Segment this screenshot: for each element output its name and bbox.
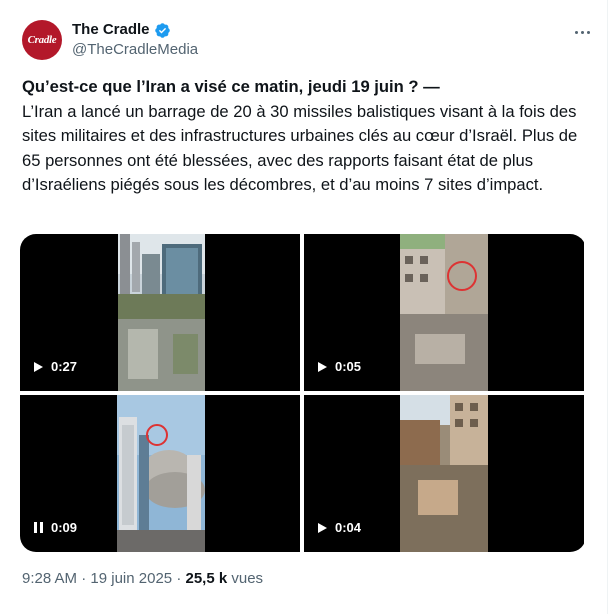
video-2-badge: 0:05 [318, 359, 361, 374]
tweet-body: L’Iran a lancé un barrage de 20 à 30 mis… [22, 101, 578, 195]
video-2-duration: 0:05 [335, 359, 362, 374]
video-3-badge: 0:09 [34, 520, 77, 535]
tweet-text: Qu’est-ce que l’Iran a visé ce matin, je… [22, 75, 592, 198]
avatar[interactable]: Cradle [22, 20, 62, 60]
tweet-time[interactable]: 9:28 AM [22, 570, 77, 587]
play-icon[interactable] [318, 522, 327, 533]
video-1-badge: 0:27 [34, 359, 77, 374]
tweet-date[interactable]: 19 juin 2025 [90, 570, 172, 587]
video-4-duration: 0:04 [335, 520, 362, 535]
video-1-duration: 0:27 [51, 359, 78, 374]
video-3-duration: 0:09 [51, 520, 78, 535]
video-2[interactable]: 0:05 [304, 234, 584, 391]
video-4-thumbnail [400, 395, 488, 552]
media-grid: 0:27 0:05 0:09 0:04 [20, 234, 586, 552]
video-1[interactable]: 0:27 [20, 234, 300, 391]
video-3-thumbnail [117, 395, 205, 552]
play-icon[interactable] [34, 361, 43, 372]
views-count: 25,5 k [185, 570, 228, 587]
avatar-logo-text: Cradle [27, 34, 57, 46]
views-label: vues [231, 570, 264, 587]
more-options-icon[interactable] [572, 22, 592, 42]
video-2-thumbnail [400, 234, 488, 391]
verified-badge-icon [154, 22, 170, 38]
video-1-thumbnail [118, 234, 205, 391]
video-4-badge: 0:04 [318, 520, 361, 535]
tweet-title: Qu’est-ce que l’Iran a visé ce matin, je… [22, 77, 440, 96]
meta-separator: · [176, 570, 182, 587]
pause-icon[interactable] [34, 522, 43, 533]
play-icon[interactable] [318, 361, 327, 372]
tweet-meta: 9:28 AM · 19 juin 2025 · 25,5 k vues [22, 570, 263, 587]
video-3[interactable]: 0:09 [20, 395, 300, 552]
display-name[interactable]: The Cradle [72, 21, 171, 39]
author-names: The Cradle @TheCradleMedia [72, 21, 198, 60]
display-name-text: The Cradle [72, 21, 150, 38]
user-handle[interactable]: @TheCradleMedia [72, 40, 198, 60]
video-4[interactable]: 0:04 [304, 395, 584, 552]
meta-separator: · [81, 570, 87, 587]
tweet-header: Cradle The Cradle @TheCradleMedia [22, 18, 592, 62]
